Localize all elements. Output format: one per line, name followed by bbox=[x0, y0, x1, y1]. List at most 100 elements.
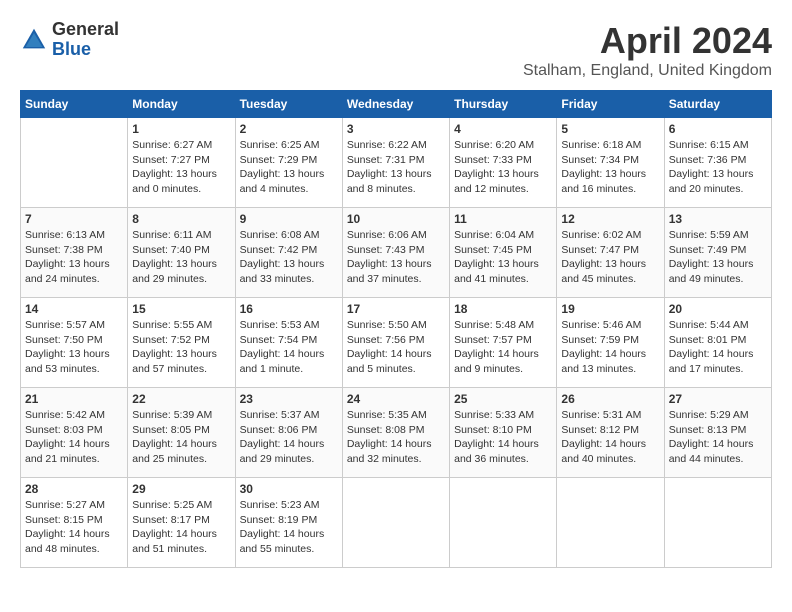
day-number: 2 bbox=[240, 122, 338, 136]
day-cell-28: 28 Sunrise: 5:27 AM Sunset: 8:15 PM Dayli… bbox=[21, 478, 128, 568]
day-cell-30: 30 Sunrise: 5:23 AM Sunset: 8:19 PM Dayli… bbox=[235, 478, 342, 568]
day-cell-13: 13Sunrise: 5:59 AM Sunset: 7:49 PM Dayli… bbox=[664, 208, 771, 298]
week-row-4: 21Sunrise: 5:42 AM Sunset: 8:03 PM Dayli… bbox=[21, 388, 772, 478]
empty-cell bbox=[450, 478, 557, 568]
week-row-5: 28 Sunrise: 5:27 AM Sunset: 8:15 PM Dayli… bbox=[21, 478, 772, 568]
day-header-saturday: Saturday bbox=[664, 91, 771, 118]
day-number: 15 bbox=[132, 302, 230, 316]
logo: General Blue bbox=[20, 20, 119, 60]
day-content: Sunrise: 5:23 AM Sunset: 8:19 PM Dayligh… bbox=[240, 498, 338, 557]
day-header-tuesday: Tuesday bbox=[235, 91, 342, 118]
day-cell-29: 29 Sunrise: 5:25 AM Sunset: 8:17 PM Dayli… bbox=[128, 478, 235, 568]
day-content: Sunrise: 5:46 AM Sunset: 7:59 PM Dayligh… bbox=[561, 318, 659, 377]
day-content: Sunrise: 6:15 AM Sunset: 7:36 PM Dayligh… bbox=[669, 138, 767, 197]
day-cell-9: 9 Sunrise: 6:08 AM Sunset: 7:42 PM Daylig… bbox=[235, 208, 342, 298]
day-cell-10: 10Sunrise: 6:06 AM Sunset: 7:43 PM Dayli… bbox=[342, 208, 449, 298]
day-content: Sunrise: 5:27 AM Sunset: 8:15 PM Dayligh… bbox=[25, 498, 123, 557]
day-cell-5: 5 Sunrise: 6:18 AM Sunset: 7:34 PM Daylig… bbox=[557, 118, 664, 208]
day-number: 23 bbox=[240, 392, 338, 406]
day-content: Sunrise: 5:50 AM Sunset: 7:56 PM Dayligh… bbox=[347, 318, 445, 377]
day-number: 11 bbox=[454, 212, 552, 226]
day-number: 18 bbox=[454, 302, 552, 316]
day-number: 9 bbox=[240, 212, 338, 226]
day-content: Sunrise: 6:27 AM Sunset: 7:27 PM Dayligh… bbox=[132, 138, 230, 197]
week-row-2: 7 Sunrise: 6:13 AM Sunset: 7:38 PM Daylig… bbox=[21, 208, 772, 298]
day-cell-11: 11 Sunrise: 6:04 AM Sunset: 7:45 PM Dayli… bbox=[450, 208, 557, 298]
day-number: 13 bbox=[669, 212, 767, 226]
day-cell-19: 19 Sunrise: 5:46 AM Sunset: 7:59 PM Dayli… bbox=[557, 298, 664, 388]
day-content: Sunrise: 5:25 AM Sunset: 8:17 PM Dayligh… bbox=[132, 498, 230, 557]
logo-icon bbox=[20, 26, 48, 54]
week-row-3: 14 Sunrise: 5:57 AM Sunset: 7:50 PM Dayli… bbox=[21, 298, 772, 388]
day-content: Sunrise: 6:04 AM Sunset: 7:45 PM Dayligh… bbox=[454, 228, 552, 287]
day-cell-8: 8 Sunrise: 6:11 AM Sunset: 7:40 PM Daylig… bbox=[128, 208, 235, 298]
day-cell-7: 7 Sunrise: 6:13 AM Sunset: 7:38 PM Daylig… bbox=[21, 208, 128, 298]
day-content: Sunrise: 6:13 AM Sunset: 7:38 PM Dayligh… bbox=[25, 228, 123, 287]
day-number: 5 bbox=[561, 122, 659, 136]
day-content: Sunrise: 5:31 AM Sunset: 8:12 PM Dayligh… bbox=[561, 408, 659, 467]
day-number: 24 bbox=[347, 392, 445, 406]
title-block: April 2024 Stalham, England, United King… bbox=[523, 20, 772, 80]
day-content: Sunrise: 5:53 AM Sunset: 7:54 PM Dayligh… bbox=[240, 318, 338, 377]
day-cell-12: 12Sunrise: 6:02 AM Sunset: 7:47 PM Dayli… bbox=[557, 208, 664, 298]
day-number: 22 bbox=[132, 392, 230, 406]
day-number: 26 bbox=[561, 392, 659, 406]
empty-cell bbox=[342, 478, 449, 568]
location: Stalham, England, United Kingdom bbox=[523, 62, 772, 80]
day-content: Sunrise: 5:57 AM Sunset: 7:50 PM Dayligh… bbox=[25, 318, 123, 377]
logo-text: General Blue bbox=[52, 20, 119, 60]
day-number: 14 bbox=[25, 302, 123, 316]
day-content: Sunrise: 6:18 AM Sunset: 7:34 PM Dayligh… bbox=[561, 138, 659, 197]
day-cell-15: 15 Sunrise: 5:55 AM Sunset: 7:52 PM Dayli… bbox=[128, 298, 235, 388]
day-content: Sunrise: 6:02 AM Sunset: 7:47 PM Dayligh… bbox=[561, 228, 659, 287]
week-row-1: 1 Sunrise: 6:27 AM Sunset: 7:27 PM Daylig… bbox=[21, 118, 772, 208]
day-cell-2: 2 Sunrise: 6:25 AM Sunset: 7:29 PM Daylig… bbox=[235, 118, 342, 208]
day-header-friday: Friday bbox=[557, 91, 664, 118]
day-number: 29 bbox=[132, 482, 230, 496]
day-cell-26: 26 Sunrise: 5:31 AM Sunset: 8:12 PM Dayli… bbox=[557, 388, 664, 478]
day-cell-14: 14 Sunrise: 5:57 AM Sunset: 7:50 PM Dayli… bbox=[21, 298, 128, 388]
logo-blue: Blue bbox=[52, 40, 119, 60]
day-number: 27 bbox=[669, 392, 767, 406]
day-cell-3: 3 Sunrise: 6:22 AM Sunset: 7:31 PM Daylig… bbox=[342, 118, 449, 208]
day-number: 25 bbox=[454, 392, 552, 406]
day-number: 16 bbox=[240, 302, 338, 316]
empty-cell bbox=[21, 118, 128, 208]
day-content: Sunrise: 6:25 AM Sunset: 7:29 PM Dayligh… bbox=[240, 138, 338, 197]
day-number: 10 bbox=[347, 212, 445, 226]
calendar-header-row: SundayMondayTuesdayWednesdayThursdayFrid… bbox=[21, 91, 772, 118]
day-content: Sunrise: 6:22 AM Sunset: 7:31 PM Dayligh… bbox=[347, 138, 445, 197]
day-cell-20: 20Sunrise: 5:44 AM Sunset: 8:01 PM Dayli… bbox=[664, 298, 771, 388]
day-number: 19 bbox=[561, 302, 659, 316]
day-number: 30 bbox=[240, 482, 338, 496]
day-content: Sunrise: 5:35 AM Sunset: 8:08 PM Dayligh… bbox=[347, 408, 445, 467]
day-cell-27: 27Sunrise: 5:29 AM Sunset: 8:13 PM Dayli… bbox=[664, 388, 771, 478]
page-header: General Blue April 2024 Stalham, England… bbox=[20, 20, 772, 80]
day-content: Sunrise: 5:39 AM Sunset: 8:05 PM Dayligh… bbox=[132, 408, 230, 467]
day-cell-24: 24 Sunrise: 5:35 AM Sunset: 8:08 PM Dayli… bbox=[342, 388, 449, 478]
day-cell-6: 6Sunrise: 6:15 AM Sunset: 7:36 PM Daylig… bbox=[664, 118, 771, 208]
day-cell-21: 21Sunrise: 5:42 AM Sunset: 8:03 PM Dayli… bbox=[21, 388, 128, 478]
day-number: 28 bbox=[25, 482, 123, 496]
day-content: Sunrise: 5:55 AM Sunset: 7:52 PM Dayligh… bbox=[132, 318, 230, 377]
day-content: Sunrise: 6:08 AM Sunset: 7:42 PM Dayligh… bbox=[240, 228, 338, 287]
day-number: 7 bbox=[25, 212, 123, 226]
day-cell-1: 1 Sunrise: 6:27 AM Sunset: 7:27 PM Daylig… bbox=[128, 118, 235, 208]
day-content: Sunrise: 5:33 AM Sunset: 8:10 PM Dayligh… bbox=[454, 408, 552, 467]
day-number: 3 bbox=[347, 122, 445, 136]
day-content: Sunrise: 6:11 AM Sunset: 7:40 PM Dayligh… bbox=[132, 228, 230, 287]
day-number: 1 bbox=[132, 122, 230, 136]
day-content: Sunrise: 5:37 AM Sunset: 8:06 PM Dayligh… bbox=[240, 408, 338, 467]
logo-general: General bbox=[52, 20, 119, 40]
day-number: 8 bbox=[132, 212, 230, 226]
empty-cell bbox=[557, 478, 664, 568]
day-cell-25: 25 Sunrise: 5:33 AM Sunset: 8:10 PM Dayli… bbox=[450, 388, 557, 478]
day-content: Sunrise: 5:44 AM Sunset: 8:01 PM Dayligh… bbox=[669, 318, 767, 377]
day-header-wednesday: Wednesday bbox=[342, 91, 449, 118]
day-cell-22: 22 Sunrise: 5:39 AM Sunset: 8:05 PM Dayli… bbox=[128, 388, 235, 478]
day-cell-4: 4Sunrise: 6:20 AM Sunset: 7:33 PM Daylig… bbox=[450, 118, 557, 208]
day-content: Sunrise: 5:48 AM Sunset: 7:57 PM Dayligh… bbox=[454, 318, 552, 377]
empty-cell bbox=[664, 478, 771, 568]
day-number: 21 bbox=[25, 392, 123, 406]
day-header-sunday: Sunday bbox=[21, 91, 128, 118]
